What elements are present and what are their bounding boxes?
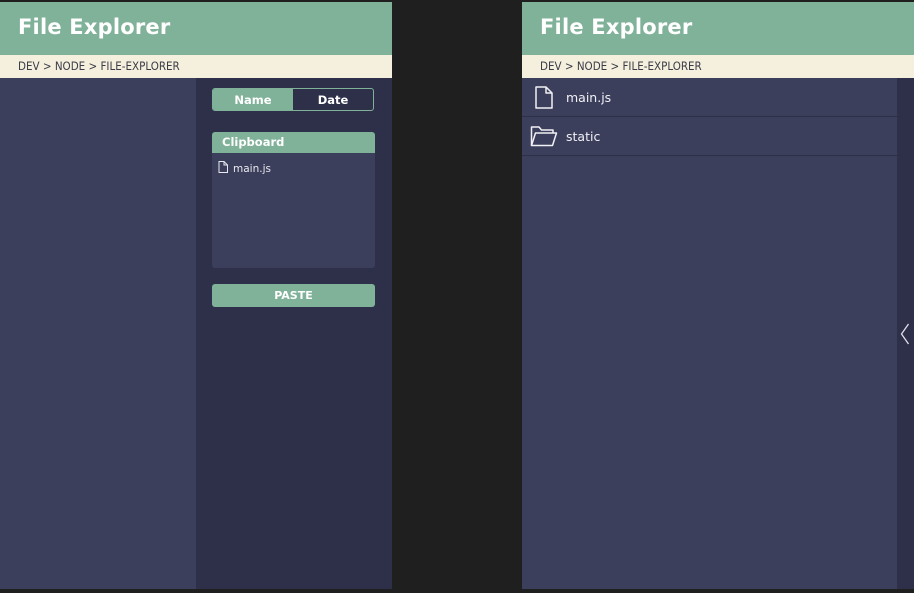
breadcrumb: DEV > NODE > FILE-EXPLORER — [522, 55, 914, 78]
collapsed-sidebar-rail[interactable] — [897, 78, 914, 589]
file-list: main.js static — [522, 78, 897, 156]
chevron-left-icon[interactable] — [900, 323, 910, 349]
file-row-static[interactable]: static — [522, 117, 897, 156]
file-name: main.js — [566, 89, 612, 105]
sidebar: Name Date Clipboard main.js PASTE — [196, 78, 392, 589]
app-title: File Explorer — [540, 15, 693, 39]
sort-by-name-button[interactable]: Name — [213, 89, 293, 110]
clipboard-item[interactable]: main.js — [218, 161, 271, 176]
header-bar: File Explorer — [0, 2, 392, 55]
clipboard-title: Clipboard — [212, 132, 375, 153]
left-explorer-panel: File Explorer DEV > NODE > FILE-EXPLORER… — [0, 2, 392, 589]
header-bar: File Explorer — [522, 2, 914, 55]
clipboard-panel: Clipboard main.js — [212, 132, 375, 268]
breadcrumb: DEV > NODE > FILE-EXPLORER — [0, 55, 392, 78]
paste-button[interactable]: PASTE — [212, 284, 375, 307]
sort-toggle: Name Date — [212, 88, 374, 111]
file-row-main-js[interactable]: main.js — [522, 78, 897, 117]
right-explorer-panel: File Explorer DEV > NODE > FILE-EXPLORER… — [522, 2, 914, 589]
file-name: static — [566, 128, 601, 144]
sort-by-date-button[interactable]: Date — [293, 89, 373, 110]
folder-icon — [522, 125, 566, 147]
app-title: File Explorer — [18, 15, 171, 39]
clipboard-item-name: main.js — [233, 162, 271, 175]
file-icon — [522, 85, 566, 109]
file-icon — [218, 161, 228, 176]
